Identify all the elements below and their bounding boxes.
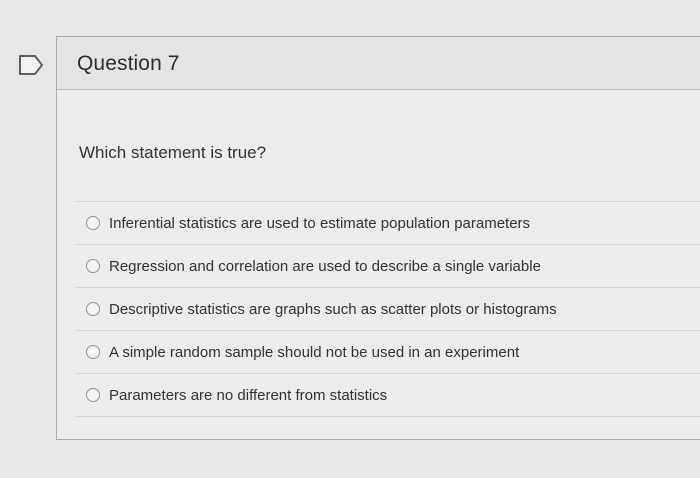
- radio-button[interactable]: [86, 388, 100, 402]
- radio-button[interactable]: [86, 345, 100, 359]
- answer-option-1[interactable]: Inferential statistics are used to estim…: [75, 202, 700, 245]
- answer-option-3[interactable]: Descriptive statistics are graphs such a…: [75, 288, 700, 331]
- answer-option-4[interactable]: A simple random sample should not be use…: [75, 331, 700, 374]
- answer-label: A simple random sample should not be use…: [109, 343, 520, 361]
- answer-label: Parameters are no different from statist…: [109, 386, 388, 404]
- answer-list: Inferential statistics are used to estim…: [75, 201, 700, 417]
- answer-label: Inferential statistics are used to estim…: [109, 214, 531, 232]
- answer-option-2[interactable]: Regression and correlation are used to d…: [75, 245, 700, 288]
- radio-button[interactable]: [86, 302, 100, 316]
- answer-option-5[interactable]: Parameters are no different from statist…: [75, 374, 700, 417]
- answer-label: Descriptive statistics are graphs such a…: [109, 300, 557, 318]
- question-prompt: Which statement is true?: [79, 143, 267, 162]
- radio-button[interactable]: [86, 259, 100, 273]
- radio-button[interactable]: [86, 216, 100, 230]
- question-title: Question 7: [77, 52, 180, 75]
- question-card: Question 7 Which statement is true? Infe…: [56, 36, 700, 440]
- bookmark-flag-icon[interactable]: [18, 54, 44, 76]
- question-header: Question 7: [57, 37, 700, 90]
- answer-label: Regression and correlation are used to d…: [109, 257, 541, 275]
